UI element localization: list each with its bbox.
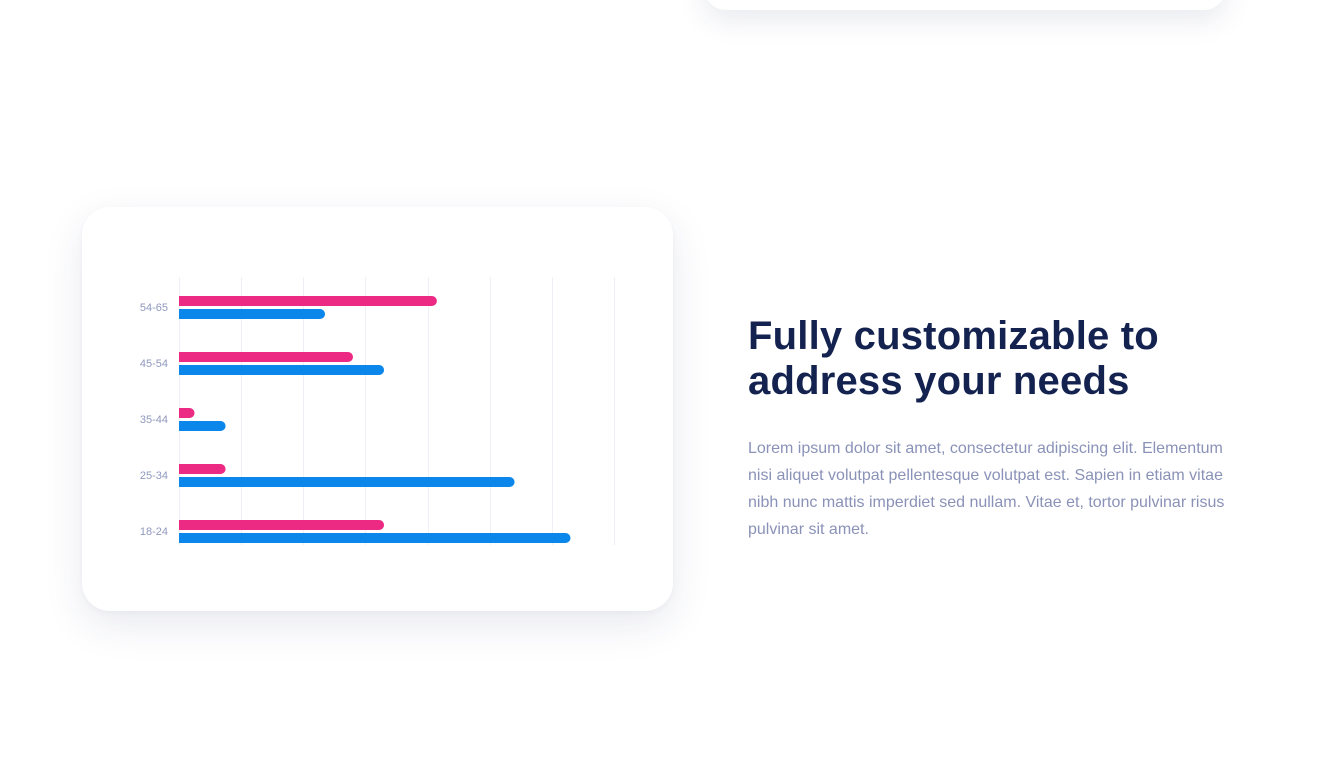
headline-line-2: address your needs bbox=[748, 359, 1130, 403]
top-card bbox=[704, 0, 1226, 10]
bar-series-a bbox=[179, 296, 437, 306]
bar-series-b bbox=[179, 533, 571, 543]
y-tick-label: 25-34 bbox=[140, 470, 168, 482]
bar-series-a bbox=[179, 520, 385, 530]
bar-series-b bbox=[179, 477, 515, 487]
chart-card: 54-65 45-54 35-44 25-34 18-24 bbox=[82, 207, 673, 611]
bar-series-a bbox=[179, 464, 226, 474]
bar-series-b bbox=[179, 421, 226, 431]
age-bar-chart: 54-65 45-54 35-44 25-34 18-24 bbox=[140, 277, 615, 545]
bar-series-a bbox=[179, 408, 195, 418]
bar-series-b bbox=[179, 365, 385, 375]
feature-description: Lorem ipsum dolor sit amet, consectetur … bbox=[748, 440, 1225, 538]
y-tick-label: 18-24 bbox=[140, 526, 168, 538]
feature-headline: Fully customizable to address your needs bbox=[748, 314, 1238, 404]
feature-copy: Fully customizable to address your needs … bbox=[748, 314, 1238, 543]
y-tick-label: 45-54 bbox=[140, 358, 168, 370]
bar-series-b bbox=[179, 309, 326, 319]
bar-series-a bbox=[179, 352, 353, 362]
y-tick-label: 35-44 bbox=[140, 414, 168, 426]
headline-line-1: Fully customizable to bbox=[748, 314, 1159, 358]
y-tick-label: 54-65 bbox=[140, 302, 168, 314]
